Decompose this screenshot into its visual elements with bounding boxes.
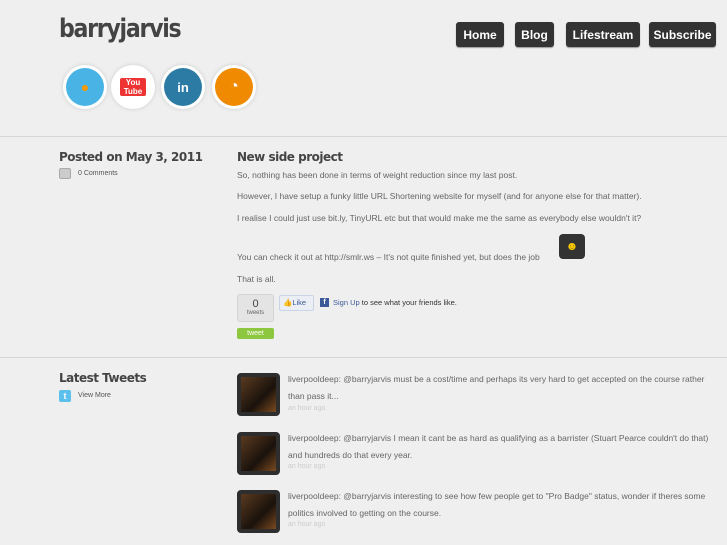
avatar[interactable]: [237, 490, 280, 533]
tweet-text: liverpooldeep: @barryjarvis I mean it ca…: [288, 433, 709, 460]
divider: [0, 357, 727, 358]
nav-home[interactable]: Home: [456, 22, 504, 47]
linkedin-icon[interactable]: in: [164, 68, 202, 106]
post-title[interactable]: New side project: [237, 150, 343, 164]
nav-blog[interactable]: Blog: [515, 22, 554, 47]
post-paragraph: That is all.: [237, 274, 276, 284]
tweet-text: liverpooldeep: @barryjarvis must be a co…: [288, 374, 705, 401]
comments-link[interactable]: 0 Comments: [78, 170, 118, 177]
tweet-time[interactable]: an hour ago: [288, 521, 325, 528]
twitter-icon: t: [59, 390, 71, 402]
tweet-count: 0: [252, 298, 259, 310]
tweets-label: tweets: [246, 310, 265, 316]
site-title[interactable]: barryjarvis: [59, 14, 182, 44]
post-paragraph: So, nothing has been done in terms of we…: [237, 170, 518, 180]
post-date: Posted on May 3, 2011: [59, 150, 203, 164]
divider: [0, 136, 727, 137]
facebook-icon: f: [320, 298, 329, 307]
facebook-like-button[interactable]: 👍Like: [279, 295, 314, 311]
tweet-count-box: 0 tweets: [237, 294, 274, 322]
fb-sign-up-link[interactable]: Sign Up: [333, 298, 360, 307]
post-paragraph: I realise I could just use bit.ly, TinyU…: [237, 213, 642, 223]
tweet-time[interactable]: an hour ago: [288, 463, 325, 470]
post-paragraph: However, I have setup a funky little URL…: [237, 191, 642, 201]
avatar[interactable]: [237, 432, 280, 475]
nav-subscribe[interactable]: Subscribe: [649, 22, 716, 47]
tweet-text: liverpooldeep: @barryjarvis interesting …: [288, 491, 706, 518]
rss-icon[interactable]: ◔: [215, 68, 253, 106]
avatar[interactable]: [237, 373, 280, 416]
latest-tweets-heading: Latest Tweets: [59, 371, 147, 385]
nav-lifestream[interactable]: Lifestream: [566, 22, 640, 47]
post-paragraph: You can check it out at http://smlr.ws –…: [237, 252, 540, 262]
twitter-icon[interactable]: ●: [66, 68, 104, 106]
comment-icon: [59, 168, 71, 179]
fb-friends-text: to see what your friends like.: [361, 298, 457, 307]
view-more-link[interactable]: View More: [78, 392, 111, 399]
thumbs-up-icon: 👍: [283, 298, 293, 307]
youtube-icon[interactable]: You Tube: [114, 68, 152, 106]
tweet-time[interactable]: an hour ago: [288, 405, 325, 412]
smiley-icon: ☻: [559, 234, 585, 259]
tweet-button[interactable]: tweet: [237, 328, 274, 339]
